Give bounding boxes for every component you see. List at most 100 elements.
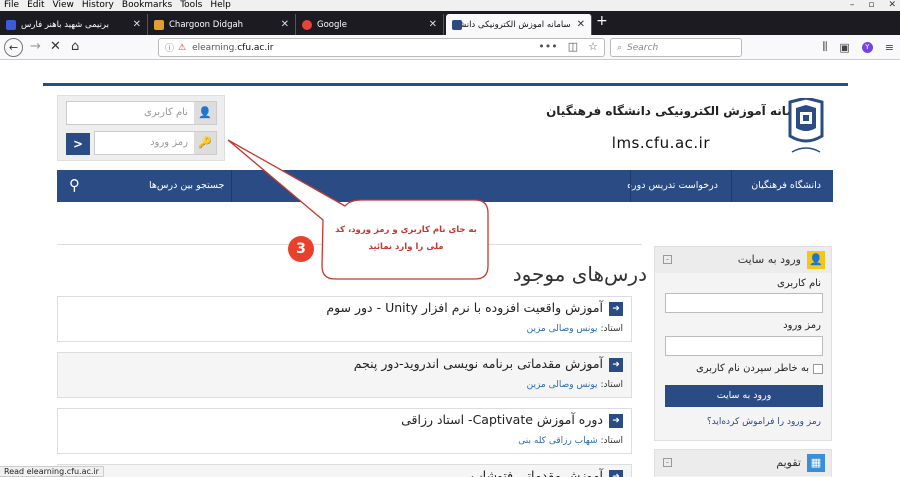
enter-course-icon[interactable]: ➜: [609, 414, 623, 428]
sidebar-login-button[interactable]: ورود به سایت: [665, 385, 823, 407]
teacher-label: استاد:: [600, 324, 623, 334]
close-tab-icon[interactable]: ✕: [571, 19, 585, 30]
site-domain: lms.cfu.ac.ir: [611, 134, 710, 152]
menu-bookmarks[interactable]: Bookmarks: [118, 0, 176, 11]
url-prefix: elearning.: [192, 42, 238, 53]
search-icon[interactable]: ⚲: [69, 176, 80, 194]
teacher-name[interactable]: یونس وصالی مزین: [527, 380, 598, 390]
tab-title: Chargoon Didgah: [169, 19, 244, 30]
username-placeholder: نام کاربری: [144, 107, 188, 118]
sidebar-icon[interactable]: ▣: [839, 41, 849, 54]
step-badge: 3: [288, 236, 314, 262]
menu-edit[interactable]: Edit: [23, 0, 48, 11]
status-bar: Read elearning.cfu.ac.ir: [0, 466, 104, 477]
tab-title: سامانه آموزش الکترونیکی دانشگاه ف: [462, 19, 571, 30]
course-title[interactable]: آموزش واقعیت افزوده با نرم افزار Unity -…: [326, 300, 603, 315]
forward-button[interactable]: →: [30, 39, 41, 55]
password-label: رمز ورود: [783, 320, 821, 331]
bookmark-star-icon[interactable]: ☆: [588, 40, 598, 53]
tab-chargoon[interactable]: Chargoon Didgah ✕: [148, 14, 296, 35]
enter-course-icon[interactable]: ➜: [609, 302, 623, 316]
login-go-button[interactable]: >: [66, 133, 90, 155]
course-item[interactable]: ➜ آموزش مقدماتی برنامه نویسی اندروید-دور…: [57, 352, 632, 398]
sidebar-login-header: 👤 ورود به سایت –: [655, 247, 831, 273]
window-controls: – ▫ ✕: [850, 0, 896, 11]
nav-separator: [731, 170, 732, 202]
menu-history[interactable]: History: [78, 0, 118, 11]
forgot-password-link[interactable]: رمز ورود را فراموش کرده‌اید؟: [707, 417, 821, 427]
back-button[interactable]: ←: [4, 38, 23, 57]
menu-bar: File Edit View History Bookmarks Tools H…: [0, 0, 900, 11]
callout-line-1: به جای نام کاربری و رمز ورود، کد: [335, 225, 477, 235]
close-window-icon[interactable]: ✕: [888, 0, 896, 11]
courses-heading: درس‌های موجود: [512, 262, 647, 286]
enter-course-icon[interactable]: ➜: [609, 470, 623, 477]
close-tab-icon[interactable]: ✕: [275, 19, 289, 30]
home-button[interactable]: ⌂: [71, 39, 79, 55]
enter-course-icon[interactable]: ➜: [609, 358, 623, 372]
loading-icon: [452, 19, 462, 30]
site-title: سامانه آموزش الکترونیکی دانشگاه فرهنگیان: [546, 104, 810, 118]
tab-title: Google: [317, 19, 347, 30]
course-item[interactable]: ➜ آموزش واقعیت افزوده با نرم افزار Unity…: [57, 296, 632, 342]
remember-checkbox[interactable]: [813, 364, 823, 374]
info-icon[interactable]: ⓘ: [165, 41, 174, 54]
pocket-icon[interactable]: ◫: [568, 40, 578, 53]
tab-google[interactable]: Google ✕: [296, 14, 444, 35]
nav-separator: [630, 170, 631, 202]
header-top-line: [43, 83, 848, 86]
sidebar-password-input[interactable]: [665, 336, 823, 356]
url-bar[interactable]: ⓘ ⚠ elearning. cfu.ac.ir ••• ◫ ☆: [158, 38, 605, 57]
search-icon: ⌕: [617, 42, 623, 53]
remember-label: به خاطر سپردن نام کاربری: [695, 363, 809, 374]
google-favicon-icon: [302, 19, 312, 30]
nav-course-search[interactable]: جستجو بین درس‌ها: [149, 180, 224, 191]
url-domain: cfu.ac.ir: [237, 42, 274, 53]
insecure-lock-icon[interactable]: ⚠: [178, 43, 186, 53]
teacher-label: استاد:: [600, 436, 623, 446]
header-password-field[interactable]: رمز ورود 🔑: [94, 131, 217, 155]
course-title[interactable]: آموزش مقدماتی فتوشاپ: [471, 468, 603, 477]
teacher-name[interactable]: شهاب رزاقی کله بنی: [518, 436, 597, 446]
nav-bar: ← → ✕ ⌂ ⓘ ⚠ elearning. cfu.ac.ir ••• ◫ ☆ …: [0, 35, 900, 60]
menu-view[interactable]: View: [49, 0, 78, 11]
collapse-icon[interactable]: –: [663, 458, 672, 467]
close-tab-icon[interactable]: ✕: [423, 19, 437, 30]
header-username-field[interactable]: نام کاربری 👤: [66, 101, 217, 125]
library-icon[interactable]: ⫼: [822, 40, 827, 54]
tab-bahonar[interactable]: برنیمی شهید باهنر فارس ✕: [0, 14, 148, 35]
menu-help[interactable]: Help: [206, 0, 235, 11]
menu-hamburger-icon[interactable]: ≡: [885, 41, 894, 54]
user-icon: 👤: [807, 251, 825, 269]
nav-university[interactable]: دانشگاه فرهنگیان: [751, 180, 821, 191]
nav-teaching-request[interactable]: درخواست تدریس دوره: [627, 180, 718, 191]
close-tab-icon[interactable]: ✕: [127, 19, 141, 30]
course-teacher: استاد: یونس وصالی مزین: [527, 380, 623, 390]
page-actions-icon[interactable]: •••: [538, 40, 557, 53]
account-icon[interactable]: Y: [861, 41, 873, 53]
course-item[interactable]: ➜ آموزش مقدماتی فتوشاپ: [57, 464, 632, 477]
new-tab-icon[interactable]: +: [596, 13, 608, 29]
search-placeholder: Search: [627, 42, 659, 53]
tab-elearning[interactable]: سامانه آموزش الکترونیکی دانشگاه ف ✕: [446, 14, 592, 35]
user-icon: 👤: [194, 102, 216, 124]
maximize-icon[interactable]: ▫: [868, 0, 874, 11]
sidebar-username-input[interactable]: [665, 293, 823, 313]
minimize-icon[interactable]: –: [850, 0, 855, 11]
course-title[interactable]: دوره آموزش Captivate- استاد رزاقی: [401, 412, 603, 427]
search-input[interactable]: ⌕ Search: [610, 38, 742, 57]
teacher-name[interactable]: یونس وصالی مزین: [527, 324, 598, 334]
teacher-label: استاد:: [600, 380, 623, 390]
menu-file[interactable]: File: [0, 0, 23, 11]
main-navigation: دانشگاه فرهنگیان درخواست تدریس دوره جستج…: [57, 170, 833, 202]
course-teacher: استاد: یونس وصالی مزین: [527, 324, 623, 334]
collapse-icon[interactable]: –: [663, 255, 672, 264]
stop-button[interactable]: ✕: [50, 39, 61, 55]
callout-text: به جای نام کاربری و رمز ورود، کد ملی را …: [326, 222, 486, 256]
calendar-icon: ▦: [807, 454, 825, 472]
menu-tools[interactable]: Tools: [176, 0, 206, 11]
course-item[interactable]: ➜ دوره آموزش Captivate- استاد رزاقی استا…: [57, 408, 632, 454]
site-favicon-icon: [6, 19, 16, 30]
course-title[interactable]: آموزش مقدماتی برنامه نویسی اندروید-دور پ…: [354, 356, 603, 371]
calendar-title: تقویم: [776, 456, 801, 469]
